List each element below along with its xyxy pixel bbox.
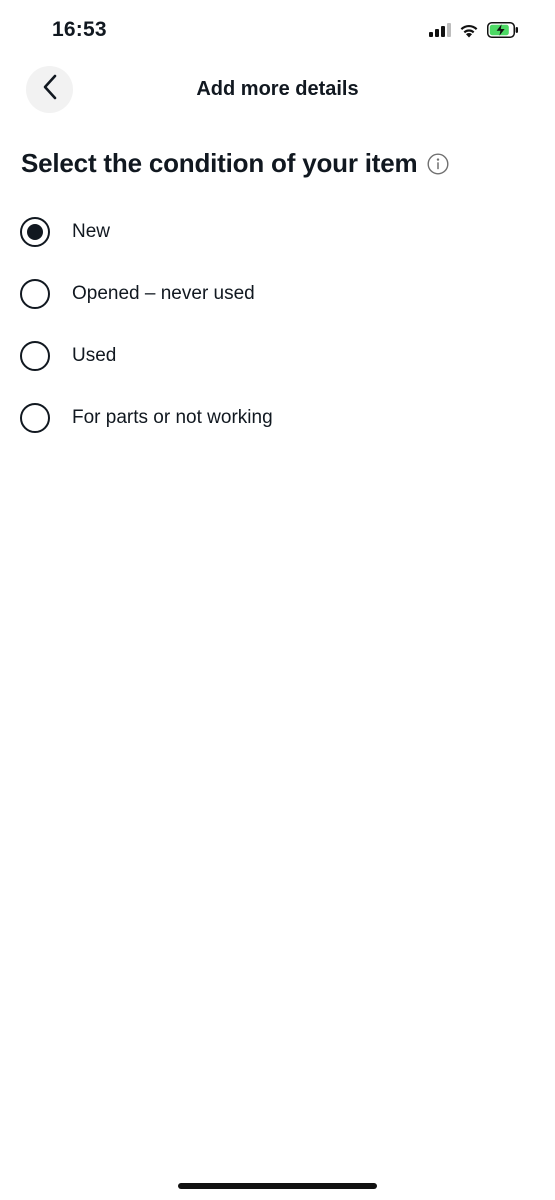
- info-icon[interactable]: [427, 152, 449, 175]
- cellular-signal-icon: [429, 23, 451, 42]
- radio-button[interactable]: [20, 341, 50, 371]
- wifi-icon: [459, 23, 479, 43]
- condition-option-label: For parts or not working: [72, 407, 273, 428]
- condition-option-label: Opened – never used: [72, 283, 255, 304]
- condition-heading-text: Select the condition of your item: [21, 148, 418, 178]
- battery-charging-icon: [487, 22, 519, 43]
- condition-option-for-parts[interactable]: For parts or not working: [20, 399, 535, 437]
- radio-button[interactable]: [20, 217, 50, 247]
- status-time: 16:53: [52, 18, 107, 41]
- status-bar: 16:53: [0, 0, 555, 60]
- condition-option-label: Used: [72, 345, 117, 366]
- condition-options: New Opened – never used Used For parts o…: [20, 213, 535, 461]
- condition-option-label: New: [72, 221, 111, 242]
- condition-option-used[interactable]: Used: [20, 337, 535, 375]
- condition-heading: Select the condition of your item: [21, 148, 449, 179]
- page-title: Add more details: [196, 78, 359, 100]
- status-icons: [429, 22, 519, 43]
- radio-selected-dot: [27, 224, 43, 240]
- home-indicator[interactable]: [178, 1183, 377, 1189]
- condition-option-opened-never-used[interactable]: Opened – never used: [20, 275, 535, 313]
- radio-button[interactable]: [20, 403, 50, 433]
- condition-option-new[interactable]: New: [20, 213, 535, 251]
- radio-button[interactable]: [20, 279, 50, 309]
